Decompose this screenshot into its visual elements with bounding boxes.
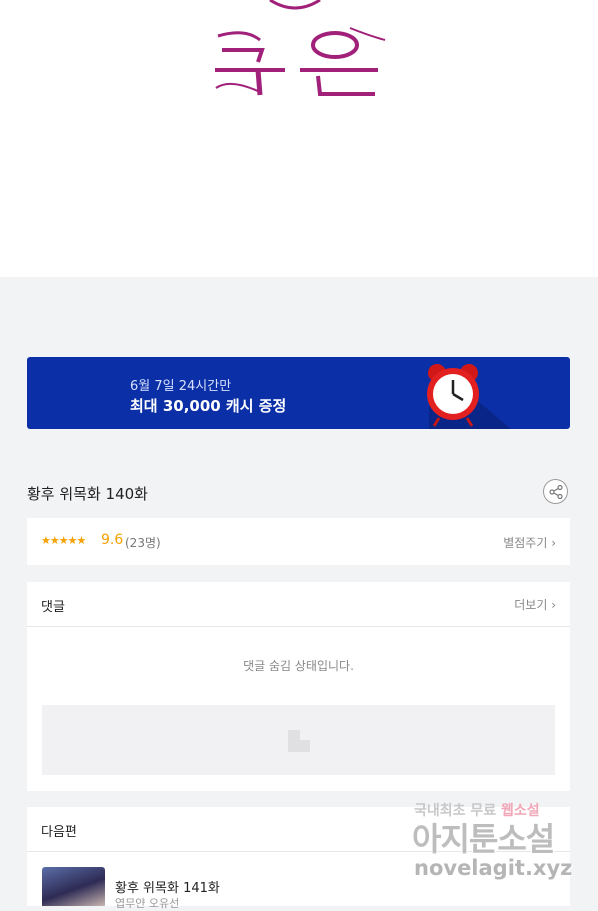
share-button[interactable] [543, 479, 568, 504]
rating-card: ★★★★★ 9.6 (23명) 별점주기 › [27, 518, 570, 565]
episode-title: 황후 위목화 140화 [27, 485, 148, 503]
comments-heading: 댓글 [41, 600, 65, 615]
comments-more-link[interactable]: 더보기 › [514, 596, 556, 613]
ad-placeholder [42, 705, 555, 775]
rating-count: (23명) [125, 536, 161, 550]
comments-hidden-message: 댓글 숨김 상태입니다. [243, 659, 354, 673]
next-episode-thumbnail[interactable] [42, 867, 105, 906]
banner-line2: 최대 30,000 캐시 증정 [130, 397, 287, 415]
alarm-clock-icon [427, 364, 511, 429]
comments-card: 댓글 더보기 › 댓글 숨김 상태입니다. [27, 582, 570, 791]
next-heading: 다음편 [41, 825, 77, 840]
logo-artwork [215, 0, 386, 96]
next-episode-title[interactable]: 황후 위목화 141화 [115, 877, 220, 896]
episode-artwork [0, 0, 598, 277]
image-placeholder-icon [288, 730, 310, 752]
next-episode-author: 엽무얀 오유선 [115, 897, 180, 910]
rate-button[interactable]: 별점주기 › [503, 534, 556, 551]
event-banner[interactable]: 6월 7일 24시간만 최대 30,000 캐시 증정 [27, 357, 570, 429]
rating-stars-icon: ★★★★★ [41, 534, 86, 547]
share-icon [549, 485, 563, 499]
divider [27, 626, 570, 627]
rating-score: 9.6 [101, 532, 124, 548]
banner-line1: 6월 7일 24시간만 [130, 379, 232, 394]
next-episode-card: 다음편 황후 위목화 141화 엽무얀 오유선 [27, 807, 570, 910]
divider [27, 851, 570, 852]
